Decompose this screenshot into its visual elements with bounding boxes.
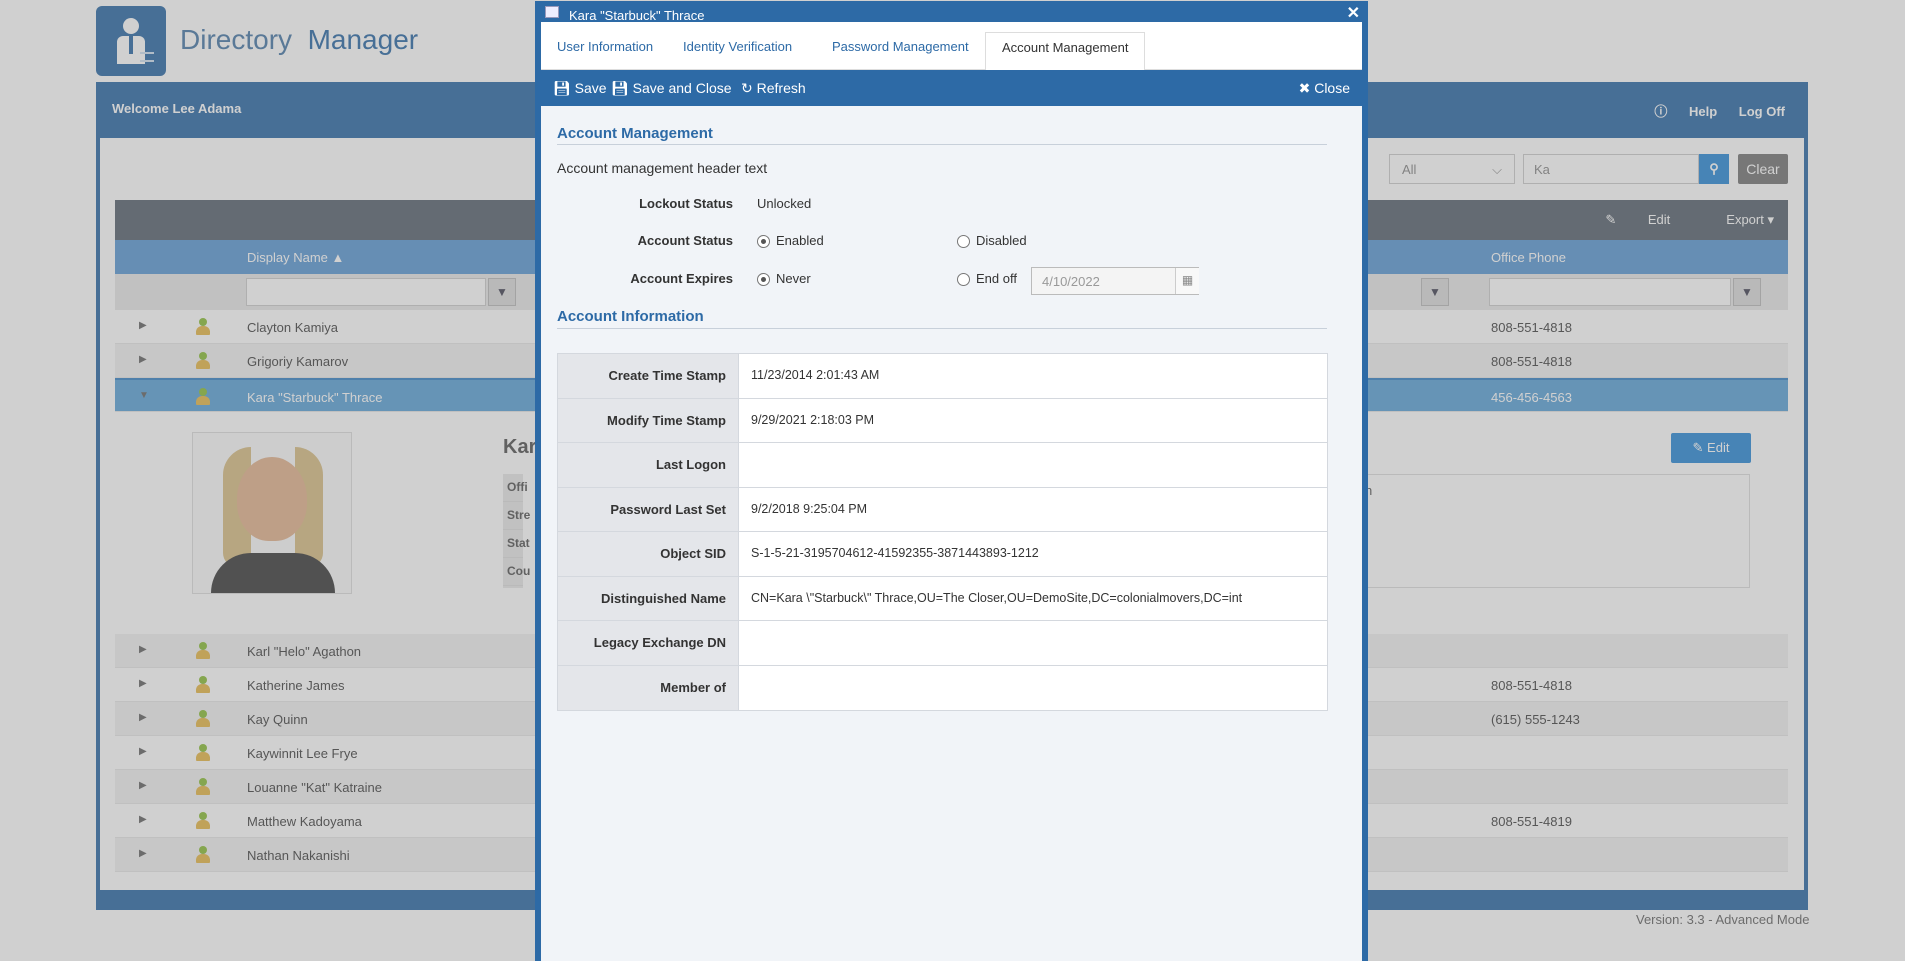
dialog-body: User Information Identity Verification P… (541, 22, 1362, 961)
section-divider (557, 328, 1327, 329)
disabled-label: Disabled (976, 233, 1027, 248)
info-value (739, 443, 1327, 487)
close-button[interactable]: ✖ Close (1299, 80, 1350, 97)
account-expires-label: Account Expires (630, 271, 733, 286)
user-dialog: Kara "Starbuck" Thrace ✕ User Informatio… (535, 1, 1368, 961)
dialog-toolbar: 💾︎ Save 💾︎ Save and Close ↻ Refresh ✖ Cl… (541, 70, 1362, 106)
close-icon[interactable]: ✕ (1347, 3, 1360, 23)
tab-bar: User Information Identity Verification P… (541, 22, 1362, 71)
info-value: 9/29/2021 2:18:03 PM (739, 398, 1327, 442)
enabled-radio[interactable] (757, 235, 770, 248)
info-key: Member of (558, 665, 739, 710)
refresh-button[interactable]: ↻ Refresh (741, 80, 806, 97)
lockout-status-value: Unlocked (757, 196, 812, 211)
tab-account-management[interactable]: Account Management (985, 32, 1146, 71)
info-value: S-1-5-21-3195704612-41592355-3871443893-… (739, 532, 1327, 576)
account-info-table: Create Time Stamp 11/23/2014 2:01:43 AM Mo… (557, 353, 1328, 711)
info-key: Password Last Set (558, 487, 739, 531)
info-row: Object SID S-1-5-21-3195704612-41592355-3… (558, 532, 1327, 577)
info-value (739, 621, 1327, 665)
tab-identity-verification[interactable]: Identity Verification (667, 32, 808, 70)
info-row: Distinguished Name CN=Kara \"Starbuck\" T… (558, 576, 1327, 621)
info-key: Legacy Exchange DN (558, 621, 739, 665)
lockout-status-label: Lockout Status (639, 196, 733, 211)
header-text: Account management header text (557, 160, 768, 176)
info-row: Modify Time Stamp 9/29/2021 2:18:03 PM (558, 398, 1327, 443)
info-key: Create Time Stamp (558, 354, 739, 398)
never-label: Never (776, 271, 811, 286)
info-row: Create Time Stamp 11/23/2014 2:01:43 AM (558, 354, 1327, 399)
section-account-information: Account Information (557, 308, 704, 325)
info-row: Legacy Exchange DN (558, 621, 1327, 666)
info-value: 11/23/2014 2:01:43 AM (739, 354, 1327, 398)
end-date-input[interactable]: 4/10/2022 (1031, 267, 1199, 295)
dialog-title: Kara "Starbuck" Thrace (569, 8, 705, 23)
info-key: Distinguished Name (558, 576, 739, 620)
info-value: 9/2/2018 9:25:04 PM (739, 487, 1327, 531)
info-key: Last Logon (558, 443, 739, 487)
account-status-label: Account Status (637, 233, 733, 248)
never-radio[interactable] (757, 273, 770, 286)
info-value (739, 665, 1327, 710)
save-and-close-button[interactable]: 💾︎ Save and Close (611, 80, 732, 97)
section-account-management: Account Management (557, 125, 713, 142)
tab-user-information[interactable]: User Information (541, 32, 669, 70)
info-value: CN=Kara \"Starbuck\" Thrace,OU=The Close… (739, 576, 1327, 620)
dialog-icon (545, 6, 559, 18)
tab-password-management[interactable]: Password Management (816, 32, 985, 70)
section-divider (557, 144, 1327, 145)
info-key: Object SID (558, 532, 739, 576)
save-button[interactable]: 💾︎ Save (553, 80, 607, 97)
info-row: Password Last Set 9/2/2018 9:25:04 PM (558, 487, 1327, 532)
info-key: Modify Time Stamp (558, 398, 739, 442)
info-row: Last Logon (558, 443, 1327, 488)
enabled-label: Enabled (776, 233, 824, 248)
disabled-radio[interactable] (957, 235, 970, 248)
end-of-label: End off (976, 271, 1017, 286)
info-row: Member of (558, 665, 1327, 710)
calendar-icon[interactable]: ▦ (1175, 268, 1199, 294)
end-of-radio[interactable] (957, 273, 970, 286)
